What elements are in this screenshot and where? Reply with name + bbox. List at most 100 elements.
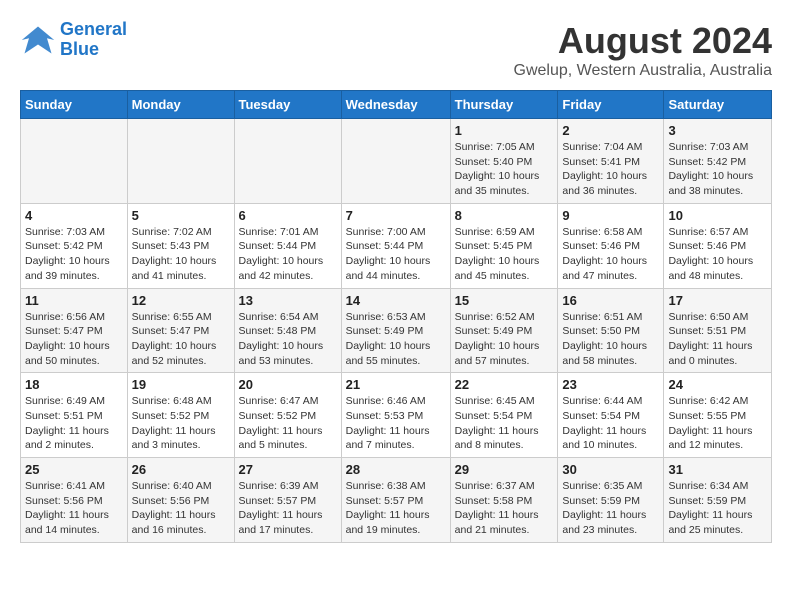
calendar-cell: 19 Sunrise: 6:48 AM Sunset: 5:52 PM Dayli…: [127, 373, 234, 458]
day-info: Sunrise: 6:49 AM Sunset: 5:51 PM Dayligh…: [25, 394, 123, 453]
page-subtitle: Gwelup, Western Australia, Australia: [514, 62, 773, 80]
calendar-table: SundayMondayTuesdayWednesdayThursdayFrid…: [20, 90, 772, 543]
day-number: 26: [132, 462, 230, 477]
day-info: Sunrise: 6:44 AM Sunset: 5:54 PM Dayligh…: [562, 394, 659, 453]
day-number: 15: [455, 293, 554, 308]
day-info: Sunrise: 6:48 AM Sunset: 5:52 PM Dayligh…: [132, 394, 230, 453]
day-info: Sunrise: 6:41 AM Sunset: 5:56 PM Dayligh…: [25, 479, 123, 538]
calendar-cell: 30 Sunrise: 6:35 AM Sunset: 5:59 PM Dayli…: [558, 458, 664, 543]
day-info: Sunrise: 6:47 AM Sunset: 5:52 PM Dayligh…: [239, 394, 337, 453]
calendar-cell: 28Sunrise: 6:38 AM Sunset: 5:57 PM Dayli…: [341, 458, 450, 543]
calendar-cell: 25 Sunrise: 6:41 AM Sunset: 5:56 PM Dayli…: [21, 458, 128, 543]
day-info: Sunrise: 6:46 AM Sunset: 5:53 PM Dayligh…: [346, 394, 446, 453]
calendar-cell: 10Sunrise: 6:57 AM Sunset: 5:46 PM Dayli…: [664, 203, 772, 288]
day-number: 20: [239, 377, 337, 392]
day-info: Sunrise: 7:03 AM Sunset: 5:42 PM Dayligh…: [25, 225, 123, 284]
day-number: 30: [562, 462, 659, 477]
day-number: 6: [239, 208, 337, 223]
calendar-cell: [341, 119, 450, 204]
calendar-week-5: 25 Sunrise: 6:41 AM Sunset: 5:56 PM Dayli…: [21, 458, 772, 543]
calendar-cell: [234, 119, 341, 204]
day-number: 2: [562, 123, 659, 138]
calendar-cell: 6 Sunrise: 7:01 AM Sunset: 5:44 PM Daylig…: [234, 203, 341, 288]
calendar-header-row: SundayMondayTuesdayWednesdayThursdayFrid…: [21, 91, 772, 119]
day-number: 11: [25, 293, 123, 308]
day-number: 14: [346, 293, 446, 308]
day-info: Sunrise: 6:37 AM Sunset: 5:58 PM Dayligh…: [455, 479, 554, 538]
calendar-cell: 26 Sunrise: 6:40 AM Sunset: 5:56 PM Dayli…: [127, 458, 234, 543]
calendar-cell: 29 Sunrise: 6:37 AM Sunset: 5:58 PM Dayli…: [450, 458, 558, 543]
header-monday: Monday: [127, 91, 234, 119]
calendar-week-3: 11Sunrise: 6:56 AM Sunset: 5:47 PM Dayli…: [21, 288, 772, 373]
calendar-cell: [127, 119, 234, 204]
day-number: 27: [239, 462, 337, 477]
calendar-cell: 21 Sunrise: 6:46 AM Sunset: 5:53 PM Dayli…: [341, 373, 450, 458]
day-info: Sunrise: 7:03 AM Sunset: 5:42 PM Dayligh…: [668, 140, 767, 199]
logo-text: General Blue: [60, 20, 127, 60]
header-tuesday: Tuesday: [234, 91, 341, 119]
day-number: 9: [562, 208, 659, 223]
page-header: General Blue August 2024 Gwelup, Western…: [20, 20, 772, 80]
page-title: August 2024: [514, 20, 773, 62]
day-number: 12: [132, 293, 230, 308]
day-number: 17: [668, 293, 767, 308]
day-number: 29: [455, 462, 554, 477]
calendar-cell: 17 Sunrise: 6:50 AM Sunset: 5:51 PM Dayli…: [664, 288, 772, 373]
day-number: 19: [132, 377, 230, 392]
calendar-cell: 16 Sunrise: 6:51 AM Sunset: 5:50 PM Dayli…: [558, 288, 664, 373]
day-number: 31: [668, 462, 767, 477]
day-number: 16: [562, 293, 659, 308]
day-info: Sunrise: 7:02 AM Sunset: 5:43 PM Dayligh…: [132, 225, 230, 284]
calendar-cell: 8Sunrise: 6:59 AM Sunset: 5:45 PM Daylig…: [450, 203, 558, 288]
day-info: Sunrise: 7:00 AM Sunset: 5:44 PM Dayligh…: [346, 225, 446, 284]
calendar-cell: 3Sunrise: 7:03 AM Sunset: 5:42 PM Daylig…: [664, 119, 772, 204]
day-number: 28: [346, 462, 446, 477]
day-info: Sunrise: 6:40 AM Sunset: 5:56 PM Dayligh…: [132, 479, 230, 538]
day-info: Sunrise: 6:42 AM Sunset: 5:55 PM Dayligh…: [668, 394, 767, 453]
calendar-week-2: 4Sunrise: 7:03 AM Sunset: 5:42 PM Daylig…: [21, 203, 772, 288]
day-number: 13: [239, 293, 337, 308]
calendar-week-4: 18 Sunrise: 6:49 AM Sunset: 5:51 PM Dayli…: [21, 373, 772, 458]
calendar-cell: 14Sunrise: 6:53 AM Sunset: 5:49 PM Dayli…: [341, 288, 450, 373]
day-number: 5: [132, 208, 230, 223]
calendar-cell: 2Sunrise: 7:04 AM Sunset: 5:41 PM Daylig…: [558, 119, 664, 204]
calendar-cell: 31 Sunrise: 6:34 AM Sunset: 5:59 PM Dayli…: [664, 458, 772, 543]
day-number: 10: [668, 208, 767, 223]
calendar-cell: 18 Sunrise: 6:49 AM Sunset: 5:51 PM Dayli…: [21, 373, 128, 458]
day-number: 22: [455, 377, 554, 392]
day-info: Sunrise: 6:51 AM Sunset: 5:50 PM Dayligh…: [562, 310, 659, 369]
day-info: Sunrise: 6:45 AM Sunset: 5:54 PM Dayligh…: [455, 394, 554, 453]
calendar-cell: 1 Sunrise: 7:05 AM Sunset: 5:40 PM Daylig…: [450, 119, 558, 204]
day-info: Sunrise: 7:01 AM Sunset: 5:44 PM Dayligh…: [239, 225, 337, 284]
day-number: 8: [455, 208, 554, 223]
day-number: 18: [25, 377, 123, 392]
title-block: August 2024 Gwelup, Western Australia, A…: [514, 20, 773, 80]
day-number: 1: [455, 123, 554, 138]
day-info: Sunrise: 6:54 AM Sunset: 5:48 PM Dayligh…: [239, 310, 337, 369]
day-number: 21: [346, 377, 446, 392]
calendar-week-1: 1 Sunrise: 7:05 AM Sunset: 5:40 PM Daylig…: [21, 119, 772, 204]
day-number: 23: [562, 377, 659, 392]
day-info: Sunrise: 6:34 AM Sunset: 5:59 PM Dayligh…: [668, 479, 767, 538]
calendar-cell: 13 Sunrise: 6:54 AM Sunset: 5:48 PM Dayli…: [234, 288, 341, 373]
day-info: Sunrise: 6:50 AM Sunset: 5:51 PM Dayligh…: [668, 310, 767, 369]
calendar-cell: 5 Sunrise: 7:02 AM Sunset: 5:43 PM Daylig…: [127, 203, 234, 288]
calendar-cell: 20 Sunrise: 6:47 AM Sunset: 5:52 PM Dayli…: [234, 373, 341, 458]
calendar-cell: 15 Sunrise: 6:52 AM Sunset: 5:49 PM Dayli…: [450, 288, 558, 373]
day-info: Sunrise: 6:39 AM Sunset: 5:57 PM Dayligh…: [239, 479, 337, 538]
calendar-cell: 22 Sunrise: 6:45 AM Sunset: 5:54 PM Dayli…: [450, 373, 558, 458]
day-number: 24: [668, 377, 767, 392]
day-number: 25: [25, 462, 123, 477]
header-thursday: Thursday: [450, 91, 558, 119]
calendar-cell: 4Sunrise: 7:03 AM Sunset: 5:42 PM Daylig…: [21, 203, 128, 288]
day-number: 7: [346, 208, 446, 223]
day-info: Sunrise: 6:35 AM Sunset: 5:59 PM Dayligh…: [562, 479, 659, 538]
logo-icon: [20, 22, 56, 58]
calendar-cell: 27 Sunrise: 6:39 AM Sunset: 5:57 PM Dayli…: [234, 458, 341, 543]
calendar-cell: 12 Sunrise: 6:55 AM Sunset: 5:47 PM Dayli…: [127, 288, 234, 373]
calendar-cell: 23 Sunrise: 6:44 AM Sunset: 5:54 PM Dayli…: [558, 373, 664, 458]
calendar-cell: [21, 119, 128, 204]
day-info: Sunrise: 6:55 AM Sunset: 5:47 PM Dayligh…: [132, 310, 230, 369]
day-info: Sunrise: 7:05 AM Sunset: 5:40 PM Dayligh…: [455, 140, 554, 199]
day-info: Sunrise: 6:52 AM Sunset: 5:49 PM Dayligh…: [455, 310, 554, 369]
